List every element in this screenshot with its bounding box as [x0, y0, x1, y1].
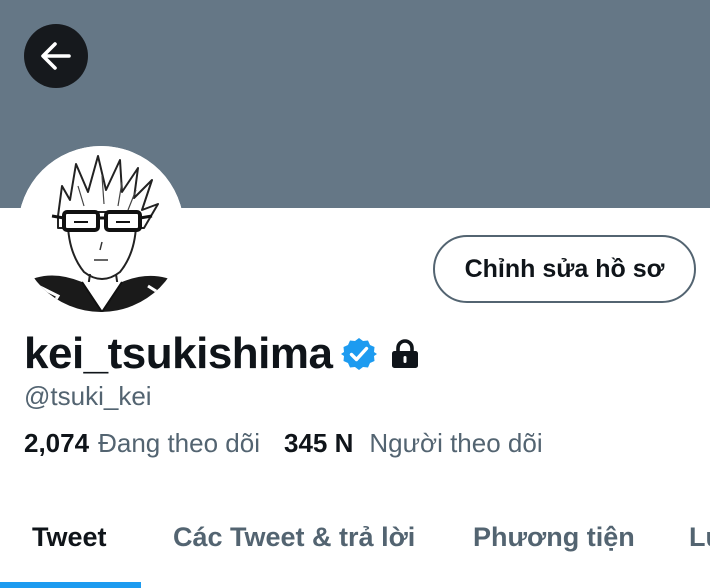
avatar[interactable] — [18, 146, 184, 312]
tab-media[interactable]: Phương tiện — [473, 522, 635, 553]
avatar-image — [18, 146, 184, 312]
display-name: kei_tsukishima — [24, 329, 333, 378]
tab-tweets[interactable]: Tweet — [32, 522, 107, 553]
edit-profile-button[interactable]: Chỉnh sửa hồ sơ — [433, 235, 696, 303]
follow-stats: 2,074 Đang theo dõi 345 N Người theo dõi — [24, 428, 543, 459]
profile-tabs: Tweet Các Tweet & trả lời Phương tiện Lư — [0, 500, 710, 588]
following-count: 2,074 — [24, 428, 90, 458]
tab-tweets-and-replies[interactable]: Các Tweet & trả lời — [173, 522, 415, 553]
back-button[interactable] — [24, 24, 88, 88]
name-row: kei_tsukishima — [24, 326, 421, 382]
username-handle: @tsuki_kei — [24, 381, 152, 411]
verified-badge-icon[interactable] — [340, 336, 377, 372]
followers-count: 345 N — [283, 428, 354, 458]
followers-label: Người theo dõi — [369, 428, 543, 458]
tab-likes[interactable]: Lư — [689, 522, 710, 553]
followers-link[interactable]: 345 N Người theo dõi — [284, 428, 543, 459]
active-tab-indicator — [0, 582, 141, 588]
following-link[interactable]: 2,074 Đang theo dõi — [24, 428, 260, 459]
following-label: Đang theo dõi — [98, 428, 260, 458]
lock-icon — [389, 338, 421, 370]
arrow-left-icon — [39, 39, 73, 73]
